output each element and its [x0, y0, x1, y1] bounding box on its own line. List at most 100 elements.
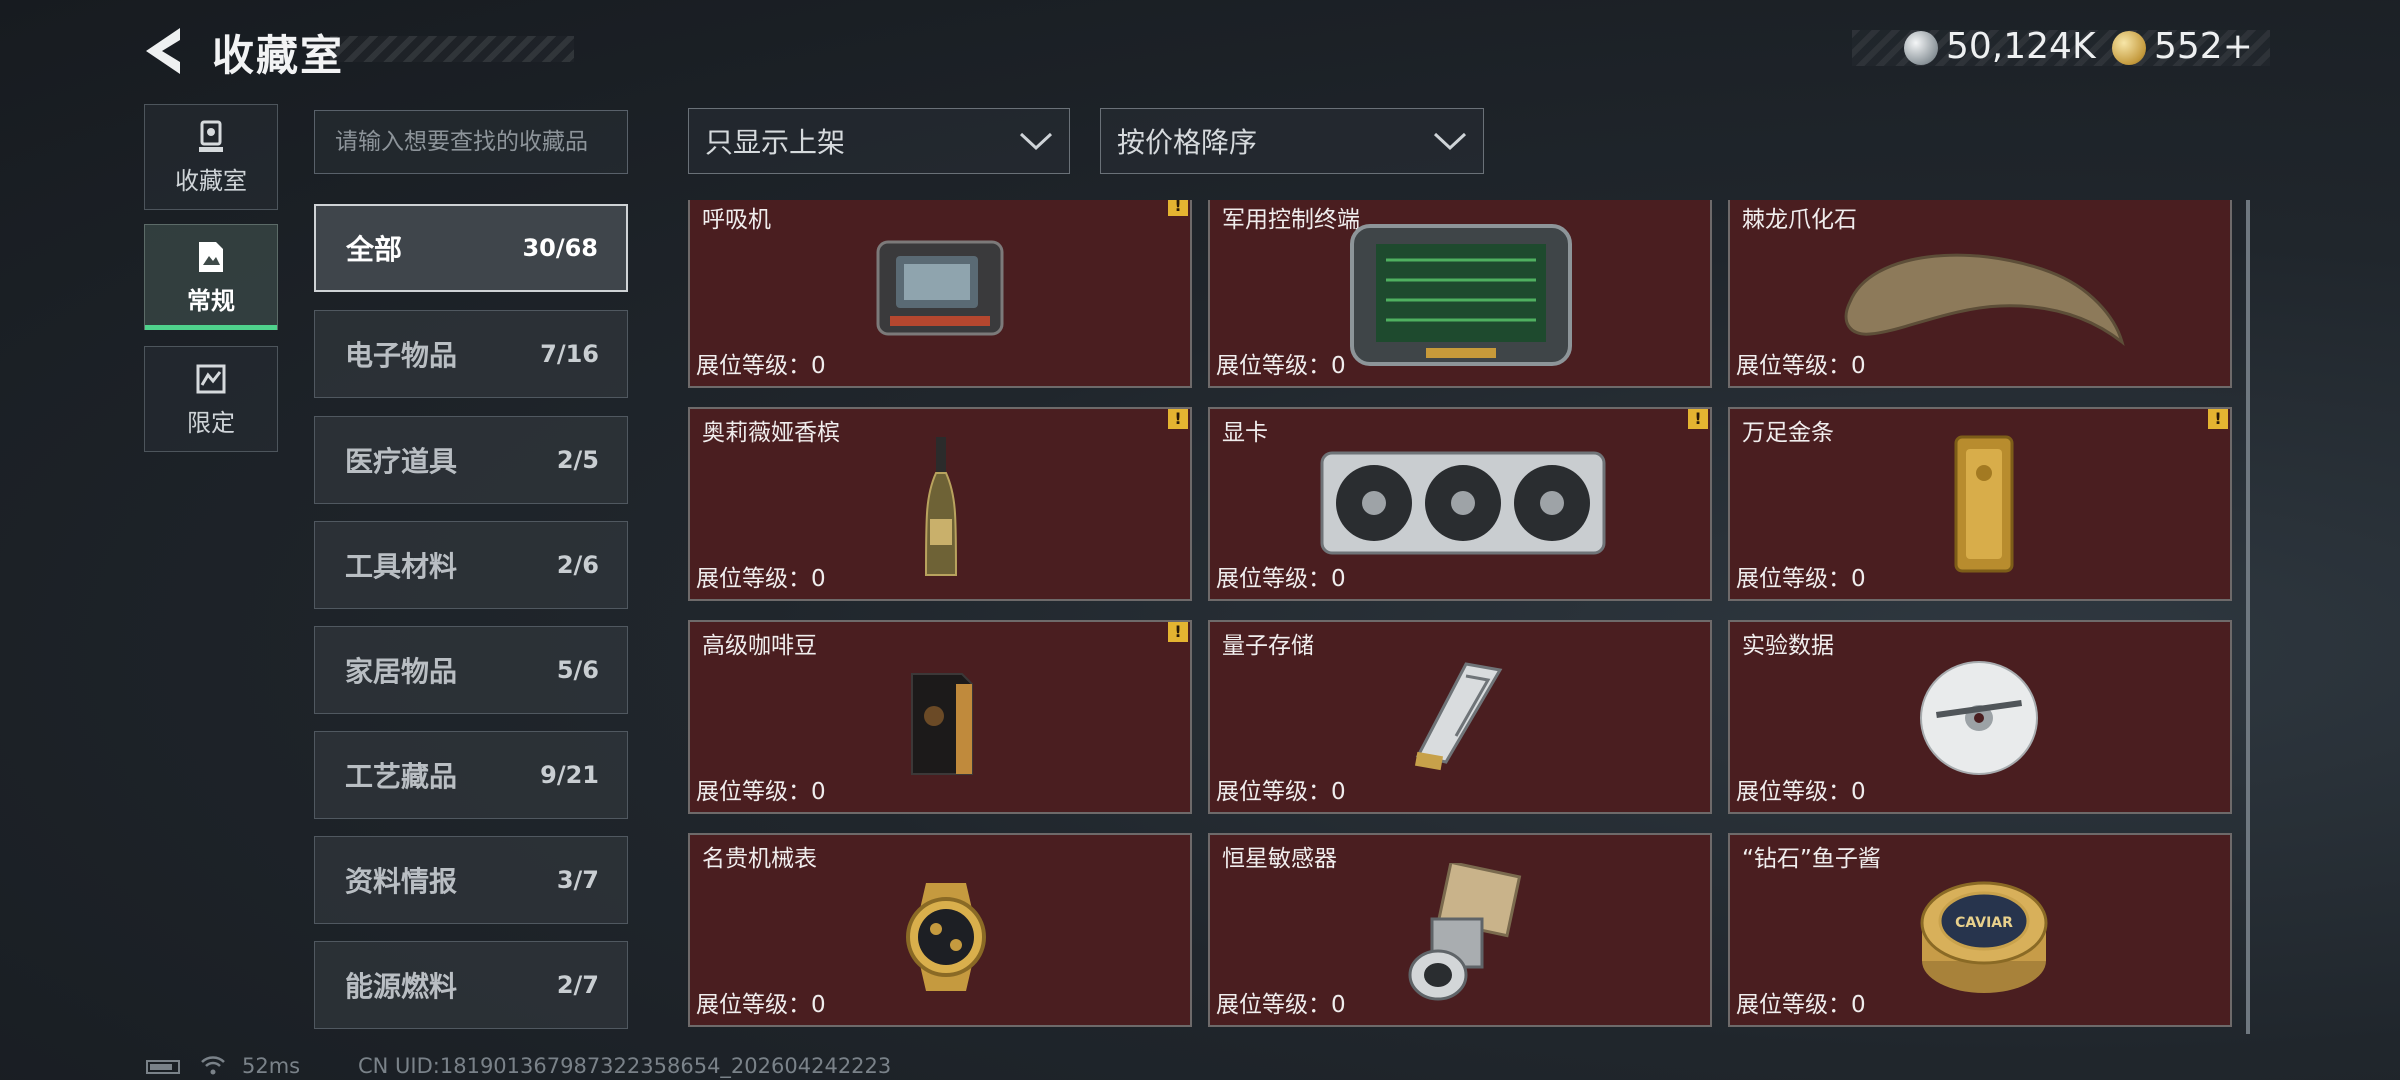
booth-level: 展位等级：0 [1736, 779, 1866, 805]
champagne-icon [924, 437, 958, 576]
booth-level: 展位等级：0 [1216, 566, 1346, 592]
trophy-icon [199, 120, 223, 152]
alert-badge-icon: ! [1168, 409, 1188, 429]
limited-icon [196, 364, 226, 393]
rail-tab-regular[interactable]: 常规 [144, 224, 278, 330]
quantum-storage-icon [1414, 662, 1503, 771]
collection-search-input[interactable] [314, 110, 628, 174]
booth-level: 展位等级：0 [1216, 779, 1346, 805]
item-name: 实验数据 [1742, 633, 1834, 659]
booth-level: 展位等级：0 [696, 566, 826, 592]
item-name: 军用控制终端 [1222, 207, 1360, 233]
item-name: 奥莉薇娅香槟 [702, 420, 840, 446]
watch-icon [906, 883, 986, 991]
collection-grid: 呼吸机 ! 展位等级：0 军用控制终端 展位等级：0 棘龙爪化石 展位等级：0 … [688, 200, 2232, 1032]
category-item-household[interactable]: 家居物品 5/6 [314, 626, 628, 714]
item-name: 显卡 [1222, 420, 1268, 446]
gold-currency-amount[interactable]: 552+ [2154, 26, 2253, 67]
grid-scrollbar[interactable] [2246, 200, 2250, 1034]
alert-badge-icon: ! [2208, 409, 2228, 429]
item-name: 量子存储 [1222, 633, 1314, 659]
respirator-icon [876, 240, 1004, 336]
claw-fossil-icon [1844, 253, 2125, 346]
category-name: 工具材料 [345, 550, 458, 583]
item-name: “钻石”鱼子酱 [1742, 846, 1881, 872]
silver-currency-amount: 50,124K [1946, 26, 2096, 67]
battery-icon [146, 1060, 180, 1074]
graphics-card-icon [1320, 451, 1606, 555]
category-count: 2/6 [556, 551, 599, 579]
dropdown-value: 只显示上架 [705, 126, 846, 159]
user-uid: CN UID:181901367987322358654_20260424222… [358, 1054, 892, 1078]
item-name: 棘龙爪化石 [1742, 207, 1857, 233]
item-name: 呼吸机 [702, 207, 771, 233]
booth-level: 展位等级：0 [696, 992, 826, 1018]
dropdown-value: 按价格降序 [1117, 126, 1258, 159]
category-count: 3/7 [556, 866, 599, 894]
category-item-all[interactable]: 全部 30/68 [314, 204, 628, 292]
collection-card-champagne[interactable]: 奥莉薇娅香槟 ! 展位等级：0 [688, 407, 1192, 601]
category-name: 工艺藏品 [345, 760, 458, 793]
collection-card-coffee-beans[interactable]: 高级咖啡豆 ! 展位等级：0 [688, 620, 1192, 814]
booth-level: 展位等级：0 [1736, 353, 1866, 379]
category-count: 9/21 [540, 761, 599, 789]
control-terminal-icon [1350, 224, 1572, 366]
collection-card-control-terminal[interactable]: 军用控制终端 展位等级：0 [1208, 200, 1712, 388]
silver-coin-icon [1904, 31, 1938, 65]
booth-level: 展位等级：0 [696, 353, 826, 379]
chevron-down-icon [1019, 132, 1053, 151]
alert-badge-icon: ! [1168, 200, 1188, 216]
category-name: 能源燃料 [345, 970, 458, 1003]
category-count: 2/7 [556, 971, 599, 999]
page-title: 收藏室 [212, 31, 345, 80]
item-name: 高级咖啡豆 [702, 633, 817, 659]
booth-level: 展位等级：0 [1216, 353, 1346, 379]
category-item-intel[interactable]: 资料情报 3/7 [314, 836, 628, 924]
category-count: 5/6 [556, 656, 599, 684]
caviar-label: CAVIAR [1955, 915, 2013, 931]
category-item-electronics[interactable]: 电子物品 7/16 [314, 310, 628, 398]
item-name: 名贵机械表 [702, 846, 817, 872]
category-item-medical[interactable]: 医疗道具 2/5 [314, 416, 628, 504]
disc-icon [1920, 661, 2038, 775]
collection-card-diamond-caviar[interactable]: “钻石”鱼子酱 CAVIAR 展位等级：0 [1728, 833, 2232, 1027]
rail-tab-label: 收藏室 [175, 166, 247, 195]
back-arrow-icon[interactable] [140, 24, 186, 78]
collection-card-gold-bar[interactable]: 万足金条 ! 展位等级：0 [1728, 407, 2232, 601]
booth-level: 展位等级：0 [696, 779, 826, 805]
category-item-energy[interactable]: 能源燃料 2/7 [314, 941, 628, 1029]
caviar-tin-icon: CAVIAR [1920, 881, 2048, 993]
sort-dropdown[interactable]: 按价格降序 [1100, 108, 1484, 174]
title-decoration [330, 36, 574, 62]
rail-tab-collection[interactable]: 收藏室 [144, 104, 278, 210]
collection-card-graphics-card[interactable]: 显卡 ! 展位等级：0 [1208, 407, 1712, 601]
network-ping: 52ms [242, 1054, 301, 1078]
category-item-crafts[interactable]: 工艺藏品 9/21 [314, 731, 628, 819]
gold-coin-icon [2112, 31, 2146, 65]
item-name: 恒星敏感器 [1222, 846, 1337, 872]
shelf-filter-dropdown[interactable]: 只显示上架 [688, 108, 1070, 174]
category-item-tools[interactable]: 工具材料 2/6 [314, 521, 628, 609]
collection-card-quantum-storage[interactable]: 量子存储 展位等级：0 [1208, 620, 1712, 814]
category-name: 全部 [346, 233, 403, 266]
collection-card-claw-fossil[interactable]: 棘龙爪化石 展位等级：0 [1728, 200, 2232, 388]
collection-card-star-sensor[interactable]: 恒星敏感器 展位等级：0 [1208, 833, 1712, 1027]
category-count: 2/5 [556, 446, 599, 474]
category-name: 资料情报 [345, 865, 458, 898]
coffee-bag-icon [911, 673, 973, 775]
category-name: 电子物品 [345, 339, 458, 372]
booth-level: 展位等级：0 [1736, 992, 1866, 1018]
document-icon [199, 241, 223, 272]
collection-card-respirator[interactable]: 呼吸机 ! 展位等级：0 [688, 200, 1192, 388]
booth-level: 展位等级：0 [1736, 566, 1866, 592]
alert-badge-icon: ! [1168, 622, 1188, 642]
collection-card-mechanical-watch[interactable]: 名贵机械表 展位等级：0 [688, 833, 1192, 1027]
category-count: 30/68 [522, 234, 598, 262]
rail-tab-label: 限定 [187, 408, 235, 437]
category-name: 医疗道具 [345, 445, 458, 478]
gold-bar-icon [1954, 435, 2014, 573]
rail-tab-limited[interactable]: 限定 [144, 346, 278, 452]
item-name: 万足金条 [1742, 420, 1834, 446]
collection-card-experiment-data[interactable]: 实验数据 展位等级：0 [1728, 620, 2232, 814]
booth-level: 展位等级：0 [1216, 992, 1346, 1018]
